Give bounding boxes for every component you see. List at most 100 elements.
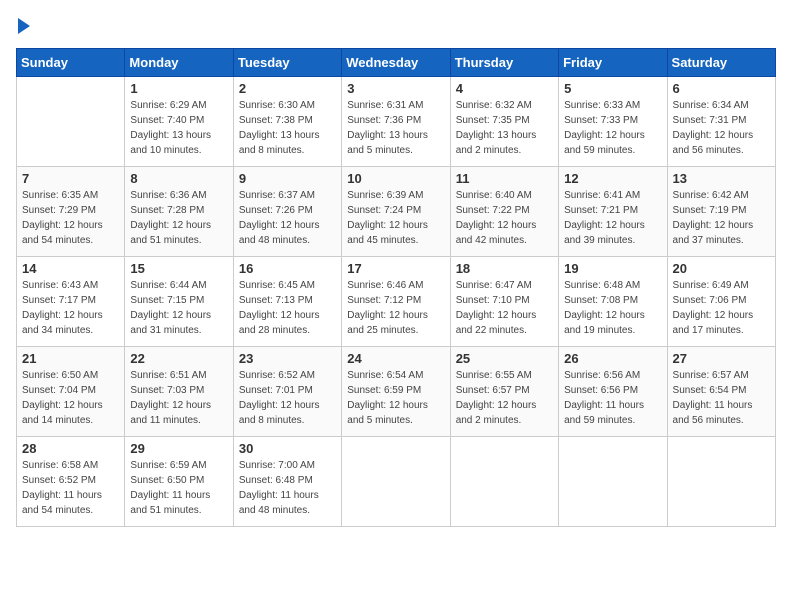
logo [16,16,30,36]
day-number: 10 [347,171,444,186]
day-number: 22 [130,351,227,366]
day-number: 3 [347,81,444,96]
day-detail: Sunrise: 7:00 AM Sunset: 6:48 PM Dayligh… [239,458,336,518]
day-number: 12 [564,171,661,186]
day-detail: Sunrise: 6:35 AM Sunset: 7:29 PM Dayligh… [22,188,119,248]
day-cell: 6 Sunrise: 6:34 AM Sunset: 7:31 PM Daylig… [667,76,775,166]
day-cell: 28 Sunrise: 6:58 AM Sunset: 6:52 PM Dayli… [17,436,125,526]
day-cell: 22 Sunrise: 6:51 AM Sunset: 7:03 PM Dayli… [125,346,233,436]
day-cell: 11 Sunrise: 6:40 AM Sunset: 7:22 PM Dayli… [450,166,558,256]
day-cell [450,436,558,526]
day-detail: Sunrise: 6:31 AM Sunset: 7:36 PM Dayligh… [347,98,444,158]
day-cell: 26 Sunrise: 6:56 AM Sunset: 6:56 PM Dayli… [559,346,667,436]
day-detail: Sunrise: 6:51 AM Sunset: 7:03 PM Dayligh… [130,368,227,428]
day-detail: Sunrise: 6:59 AM Sunset: 6:50 PM Dayligh… [130,458,227,518]
day-detail: Sunrise: 6:41 AM Sunset: 7:21 PM Dayligh… [564,188,661,248]
header-saturday: Saturday [667,48,775,76]
day-number: 8 [130,171,227,186]
day-cell: 20 Sunrise: 6:49 AM Sunset: 7:06 PM Dayli… [667,256,775,346]
day-number: 2 [239,81,336,96]
day-cell: 23Sunrise: 6:52 AM Sunset: 7:01 PM Dayli… [233,346,341,436]
day-number: 7 [22,171,119,186]
day-detail: Sunrise: 6:43 AM Sunset: 7:17 PM Dayligh… [22,278,119,338]
day-number: 1 [130,81,227,96]
day-number: 24 [347,351,444,366]
day-detail: Sunrise: 6:55 AM Sunset: 6:57 PM Dayligh… [456,368,553,428]
day-number: 28 [22,441,119,456]
day-detail: Sunrise: 6:46 AM Sunset: 7:12 PM Dayligh… [347,278,444,338]
day-number: 9 [239,171,336,186]
day-detail: Sunrise: 6:57 AM Sunset: 6:54 PM Dayligh… [673,368,770,428]
day-cell: 18Sunrise: 6:47 AM Sunset: 7:10 PM Dayli… [450,256,558,346]
header-friday: Friday [559,48,667,76]
day-detail: Sunrise: 6:58 AM Sunset: 6:52 PM Dayligh… [22,458,119,518]
day-number: 15 [130,261,227,276]
calendar-table: SundayMondayTuesdayWednesdayThursdayFrid… [16,48,776,527]
day-number: 6 [673,81,770,96]
day-cell: 4 Sunrise: 6:32 AM Sunset: 7:35 PM Daylig… [450,76,558,166]
day-cell: 21 Sunrise: 6:50 AM Sunset: 7:04 PM Dayli… [17,346,125,436]
day-detail: Sunrise: 6:40 AM Sunset: 7:22 PM Dayligh… [456,188,553,248]
day-number: 21 [22,351,119,366]
day-cell: 3 Sunrise: 6:31 AM Sunset: 7:36 PM Daylig… [342,76,450,166]
header-sunday: Sunday [17,48,125,76]
day-detail: Sunrise: 6:34 AM Sunset: 7:31 PM Dayligh… [673,98,770,158]
day-number: 5 [564,81,661,96]
logo-general [16,16,30,36]
day-cell: 19 Sunrise: 6:48 AM Sunset: 7:08 PM Dayli… [559,256,667,346]
day-number: 23 [239,351,336,366]
day-number: 13 [673,171,770,186]
week-row-5: 28 Sunrise: 6:58 AM Sunset: 6:52 PM Dayli… [17,436,776,526]
day-number: 11 [456,171,553,186]
page-header [16,16,776,36]
week-row-1: 1 Sunrise: 6:29 AM Sunset: 7:40 PM Daylig… [17,76,776,166]
day-detail: Sunrise: 6:44 AM Sunset: 7:15 PM Dayligh… [130,278,227,338]
day-number: 19 [564,261,661,276]
day-cell [17,76,125,166]
day-cell: 24 Sunrise: 6:54 AM Sunset: 6:59 PM Dayli… [342,346,450,436]
day-detail: Sunrise: 6:56 AM Sunset: 6:56 PM Dayligh… [564,368,661,428]
day-number: 29 [130,441,227,456]
day-cell: 17Sunrise: 6:46 AM Sunset: 7:12 PM Dayli… [342,256,450,346]
day-number: 4 [456,81,553,96]
day-detail: Sunrise: 6:54 AM Sunset: 6:59 PM Dayligh… [347,368,444,428]
day-cell [667,436,775,526]
day-cell: 15 Sunrise: 6:44 AM Sunset: 7:15 PM Dayli… [125,256,233,346]
day-number: 25 [456,351,553,366]
day-cell: 7 Sunrise: 6:35 AM Sunset: 7:29 PM Daylig… [17,166,125,256]
day-cell: 2 Sunrise: 6:30 AM Sunset: 7:38 PM Daylig… [233,76,341,166]
header-monday: Monday [125,48,233,76]
day-detail: Sunrise: 6:33 AM Sunset: 7:33 PM Dayligh… [564,98,661,158]
week-row-3: 14 Sunrise: 6:43 AM Sunset: 7:17 PM Dayli… [17,256,776,346]
header-tuesday: Tuesday [233,48,341,76]
day-number: 14 [22,261,119,276]
day-cell: 14 Sunrise: 6:43 AM Sunset: 7:17 PM Dayli… [17,256,125,346]
day-number: 26 [564,351,661,366]
header-wednesday: Wednesday [342,48,450,76]
day-cell: 5 Sunrise: 6:33 AM Sunset: 7:33 PM Daylig… [559,76,667,166]
day-number: 20 [673,261,770,276]
day-detail: Sunrise: 6:39 AM Sunset: 7:24 PM Dayligh… [347,188,444,248]
header-row: SundayMondayTuesdayWednesdayThursdayFrid… [17,48,776,76]
day-cell: 1 Sunrise: 6:29 AM Sunset: 7:40 PM Daylig… [125,76,233,166]
day-detail: Sunrise: 6:32 AM Sunset: 7:35 PM Dayligh… [456,98,553,158]
week-row-2: 7 Sunrise: 6:35 AM Sunset: 7:29 PM Daylig… [17,166,776,256]
calendar-body: 1 Sunrise: 6:29 AM Sunset: 7:40 PM Daylig… [17,76,776,526]
week-row-4: 21 Sunrise: 6:50 AM Sunset: 7:04 PM Dayli… [17,346,776,436]
day-number: 30 [239,441,336,456]
day-detail: Sunrise: 6:29 AM Sunset: 7:40 PM Dayligh… [130,98,227,158]
day-cell: 25 Sunrise: 6:55 AM Sunset: 6:57 PM Dayli… [450,346,558,436]
day-detail: Sunrise: 6:48 AM Sunset: 7:08 PM Dayligh… [564,278,661,338]
day-detail: Sunrise: 6:36 AM Sunset: 7:28 PM Dayligh… [130,188,227,248]
day-cell [559,436,667,526]
day-cell [342,436,450,526]
day-detail: Sunrise: 6:30 AM Sunset: 7:38 PM Dayligh… [239,98,336,158]
day-number: 27 [673,351,770,366]
day-cell: 10 Sunrise: 6:39 AM Sunset: 7:24 PM Dayli… [342,166,450,256]
day-detail: Sunrise: 6:45 AM Sunset: 7:13 PM Dayligh… [239,278,336,338]
day-detail: Sunrise: 6:37 AM Sunset: 7:26 PM Dayligh… [239,188,336,248]
day-detail: Sunrise: 6:50 AM Sunset: 7:04 PM Dayligh… [22,368,119,428]
day-number: 18 [456,261,553,276]
day-number: 16 [239,261,336,276]
day-detail: Sunrise: 6:49 AM Sunset: 7:06 PM Dayligh… [673,278,770,338]
